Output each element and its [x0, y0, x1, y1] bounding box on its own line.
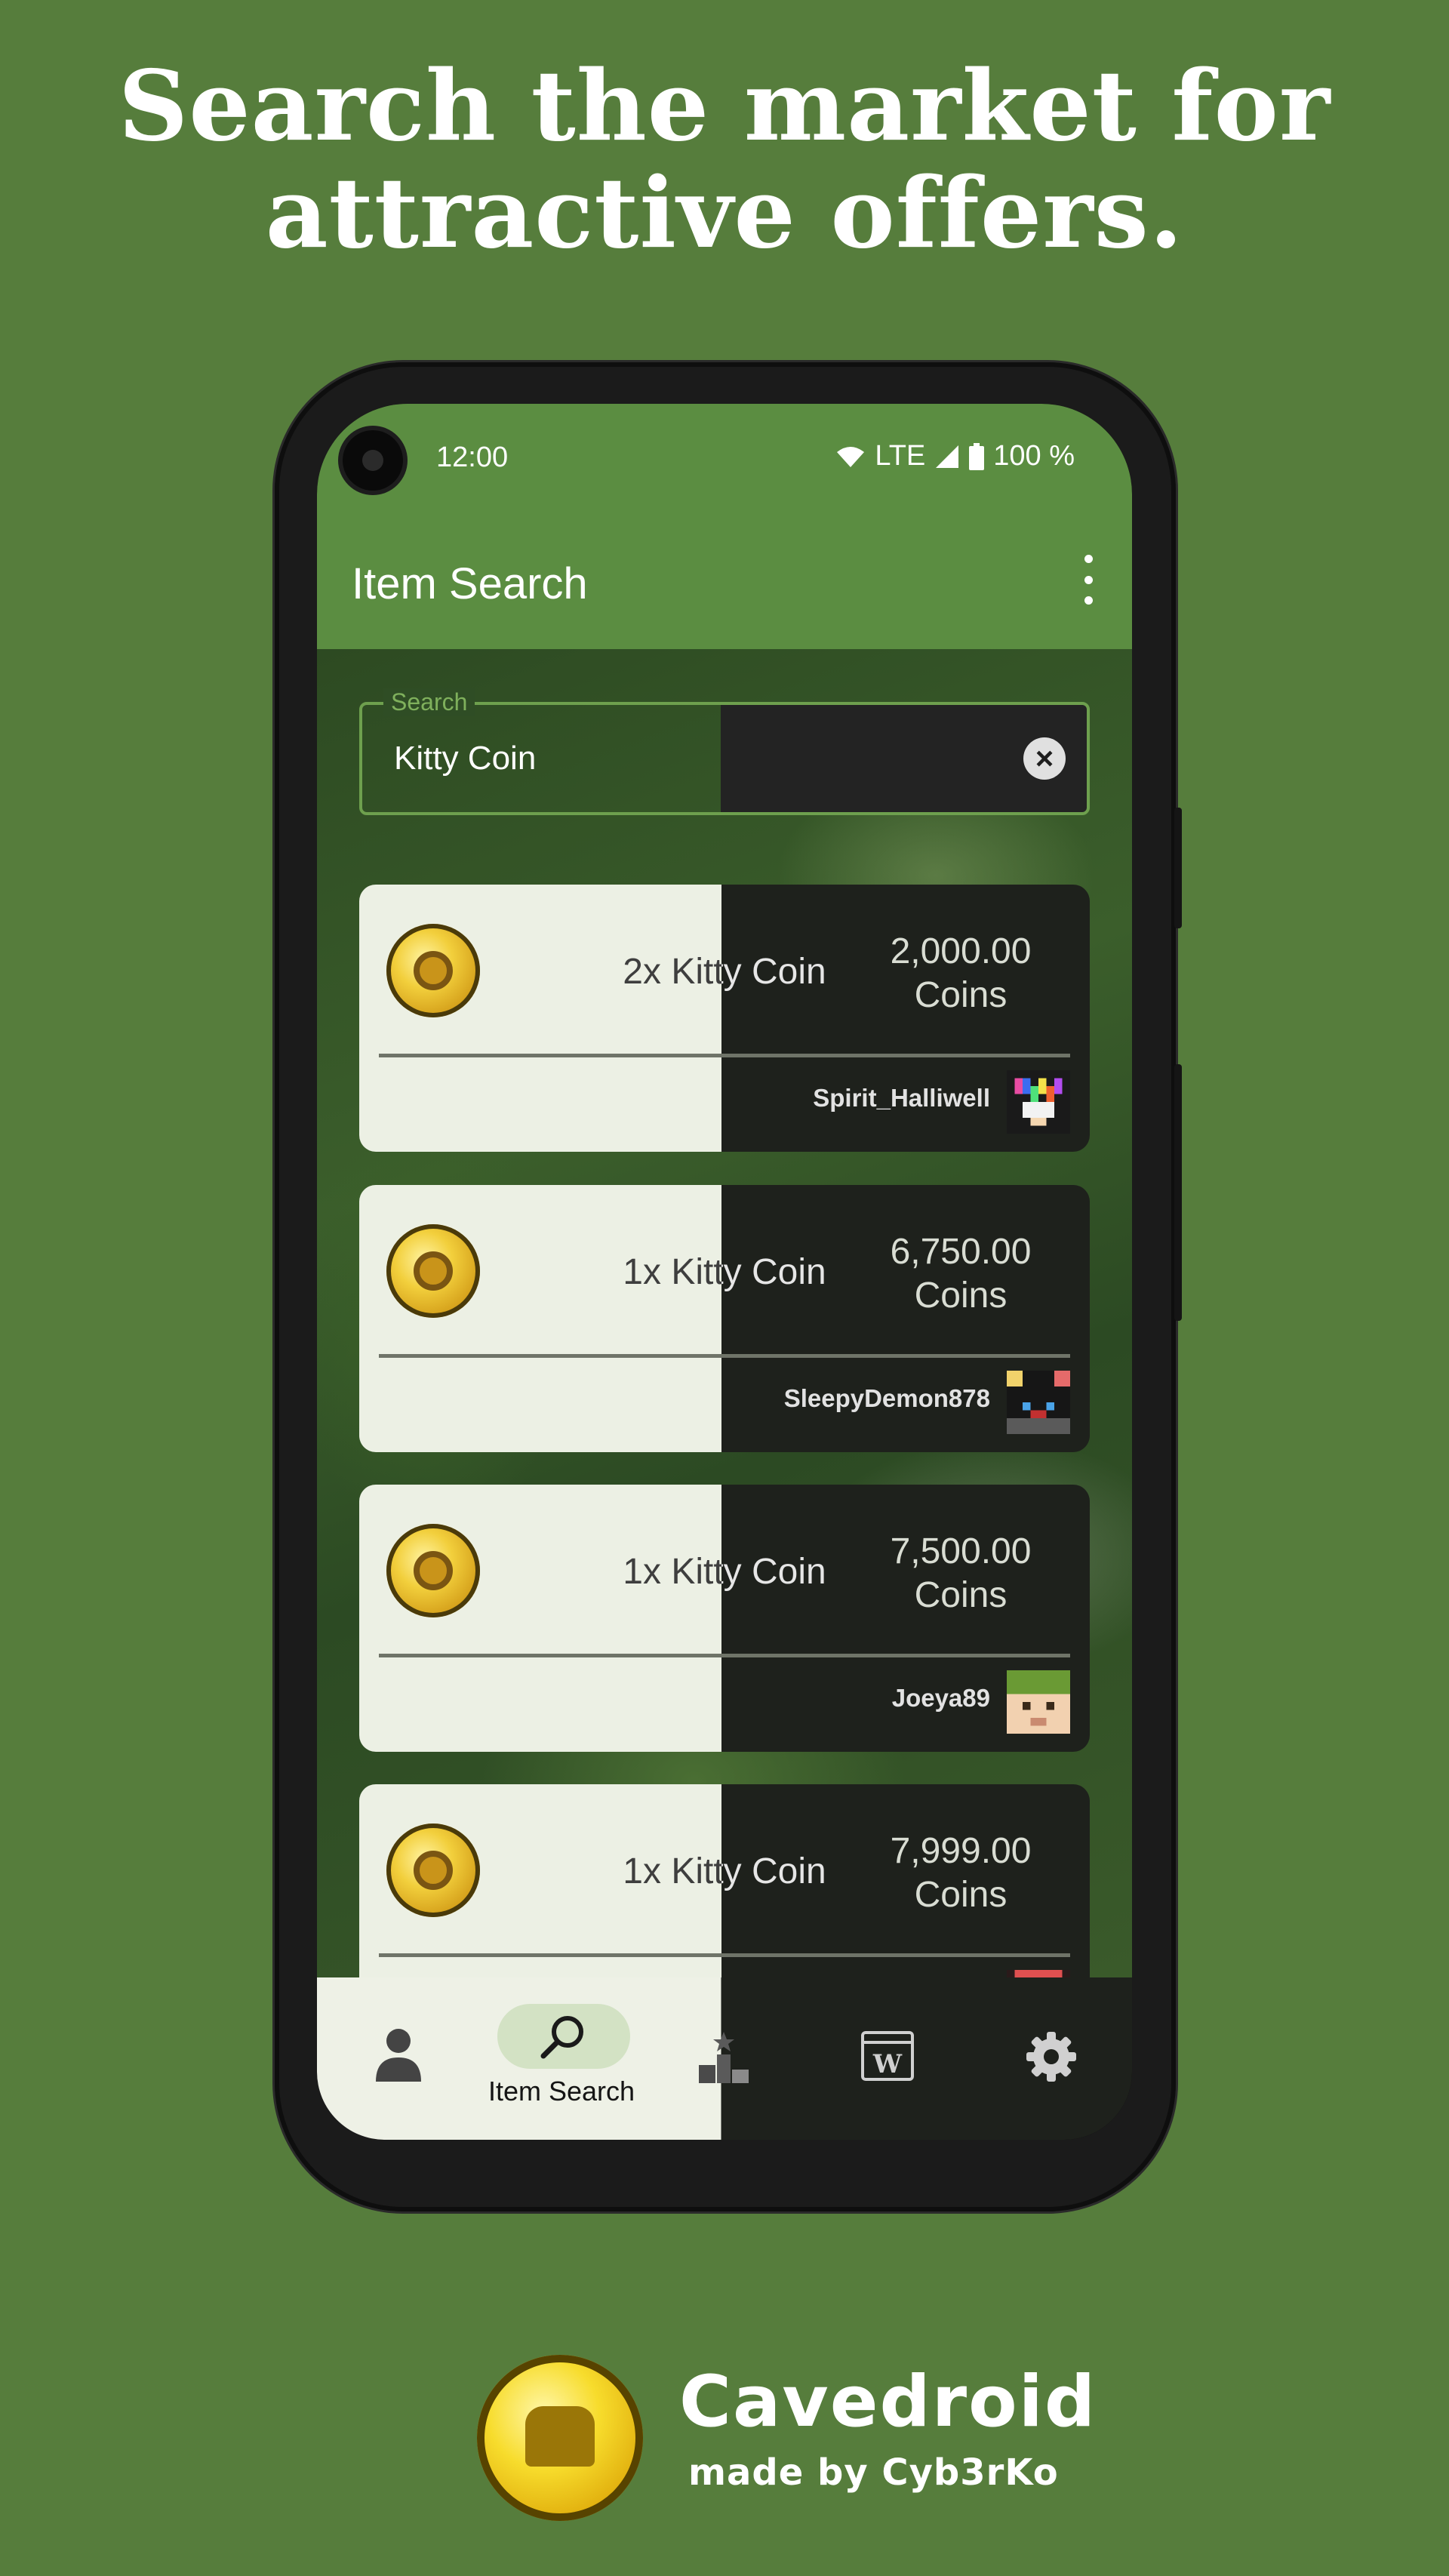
listing-price-unit: Coins: [914, 975, 1008, 1015]
brand-subtitle: made by Cyb3rKo: [688, 2451, 1059, 2494]
listing-price-unit: Coins: [914, 1276, 1008, 1316]
card-divider: [379, 1953, 1070, 1957]
battery-level: 100 %: [993, 440, 1075, 472]
signal-icon: [936, 445, 959, 468]
listing-card[interactable]: 1x Kitty Coin 6,750.00 Coins SleepyDemon…: [359, 1185, 1090, 1452]
status-time: 12:00: [436, 442, 509, 473]
listing-seller: SleepyDemon878: [783, 1384, 990, 1412]
listing-price-value: 7,500.00: [890, 1531, 1032, 1571]
brand-name: Cavedroid: [679, 2361, 1097, 2443]
card-divider: [379, 1054, 1070, 1057]
search-label: Search: [383, 688, 475, 716]
nav-leaderboard[interactable]: [643, 1977, 806, 2140]
bottom-navigation: Item Search W: [317, 1977, 1132, 2140]
phone-screen: 12:00 LTE 100 % Item Search Search Kitty…: [317, 404, 1132, 2140]
clear-icon[interactable]: ×: [1023, 737, 1066, 780]
wifi-icon: [837, 446, 865, 467]
listing-price-value: 7,999.00: [890, 1831, 1032, 1871]
listing-card[interactable]: 2x Kitty Coin 2,000.00 Coins Spirit_Hall…: [359, 885, 1090, 1152]
nav-settings[interactable]: [969, 1977, 1132, 2140]
card-divider: [379, 1354, 1070, 1358]
nav-item-search[interactable]: Item Search: [480, 1977, 643, 2140]
listing-price-value: 2,000.00: [890, 931, 1032, 971]
listing-price: 2,000.00 Coins: [838, 930, 1084, 1017]
front-camera: [343, 430, 403, 491]
status-indicators: LTE 100 %: [835, 440, 1075, 472]
svg-text:W: W: [872, 2049, 903, 2079]
listing-card[interactable]: 1x Kitty Coin 7,500.00 Coins Joeya89: [359, 1485, 1090, 1752]
leaderboard-icon: [699, 2032, 749, 2083]
nav-wiki[interactable]: W: [806, 1977, 969, 2140]
search-icon: [540, 2016, 583, 2059]
app-title: Item Search: [352, 559, 588, 608]
search-value[interactable]: Kitty Coin: [394, 740, 536, 777]
listing-price-value: 6,750.00: [890, 1232, 1032, 1272]
battery-icon: [969, 442, 985, 470]
listing-price-unit: Coins: [914, 1875, 1008, 1915]
more-options-icon[interactable]: [1081, 555, 1096, 605]
nav-item-label: Item Search: [488, 2076, 635, 2107]
promo-headline: Search the market for attractive offers.: [0, 53, 1449, 267]
listing-price: 7,500.00 Coins: [838, 1530, 1084, 1617]
listing-seller: Spirit_Halliwell: [813, 1084, 990, 1112]
seller-avatar: [1007, 1670, 1070, 1734]
app-bar: Item Search: [317, 517, 1132, 649]
headline-line-2: attractive offers.: [265, 157, 1184, 270]
network-type: LTE: [875, 440, 926, 472]
listing-seller: Joeya89: [891, 1684, 990, 1712]
status-bar: 12:00 LTE 100 %: [317, 404, 1132, 517]
cavedroid-logo-icon: [477, 2355, 643, 2521]
search-results-area: Search Kitty Coin × 2x Kitty Coin 2,000.…: [317, 649, 1132, 2051]
listing-price-unit: Coins: [914, 1575, 1008, 1615]
person-icon: [376, 2029, 421, 2082]
headline-line-1: Search the market for: [118, 50, 1331, 163]
listing-price: 6,750.00 Coins: [838, 1230, 1084, 1318]
volume-button: [1174, 1064, 1182, 1321]
seller-avatar: [1007, 1070, 1070, 1134]
card-divider: [379, 1654, 1070, 1657]
wiki-icon: W: [861, 2031, 914, 2081]
gear-icon: [1026, 2032, 1076, 2082]
power-button: [1174, 808, 1182, 928]
nav-profile[interactable]: [317, 1977, 480, 2140]
seller-avatar: [1007, 1371, 1070, 1434]
listing-price: 7,999.00 Coins: [838, 1830, 1084, 1917]
search-input[interactable]: Search Kitty Coin ×: [359, 688, 1090, 815]
